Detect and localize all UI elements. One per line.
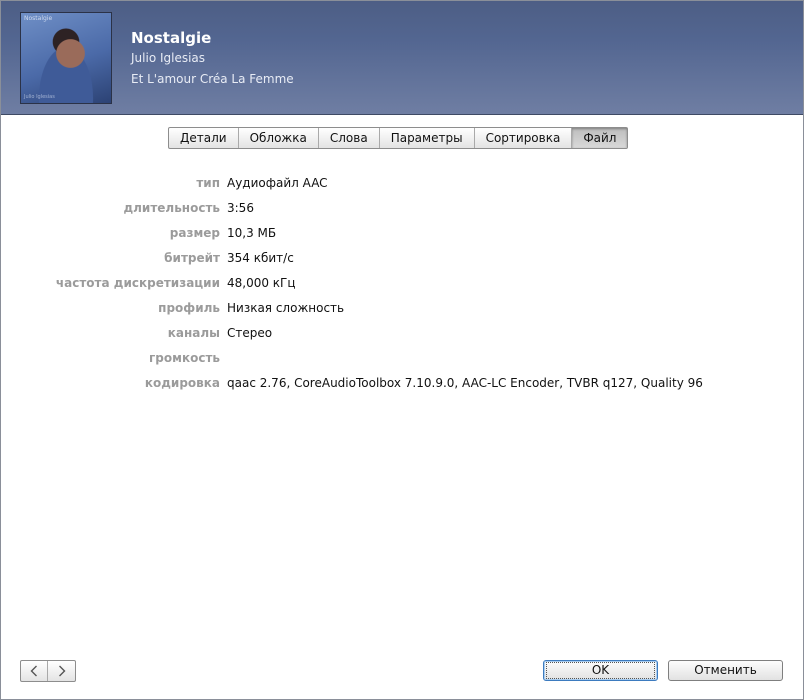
field-row-encoding: кодировка qaac 2.76, CoreAudioToolbox 7.…: [1, 376, 803, 396]
chevron-left-icon: [30, 665, 37, 677]
song-title: Nostalgie: [131, 29, 212, 47]
field-row-type: тип Аудиофайл AAC: [1, 176, 803, 196]
field-label: битрейт: [164, 251, 220, 265]
field-label: длительность: [123, 201, 220, 215]
field-value: 10,3 МБ: [227, 226, 277, 240]
field-value: Низкая сложность: [227, 301, 345, 315]
track-navigation: [20, 660, 76, 682]
field-row-volume: громкость: [1, 351, 803, 371]
field-value: qaac 2.76, CoreAudioToolbox 7.10.9.0, AA…: [227, 376, 703, 390]
field-value: Стерео: [227, 326, 273, 340]
field-row-duration: длительность 3:56: [1, 201, 803, 221]
ok-button-label: OK: [545, 662, 656, 679]
album-artwork[interactable]: Nostalgie Julio Iglesias: [20, 12, 112, 104]
tab-details[interactable]: Детали: [169, 128, 239, 148]
field-value: Аудиофайл AAC: [227, 176, 328, 190]
field-label: профиль: [158, 301, 220, 315]
song-artist: Julio Iglesias: [131, 51, 206, 65]
field-row-sample-rate: частота дискретизации 48,000 кГц: [1, 276, 803, 296]
tab-lyrics[interactable]: Слова: [319, 128, 380, 148]
ok-button[interactable]: OK: [543, 660, 658, 681]
artwork-title-text: Nostalgie: [24, 15, 53, 22]
next-track-button[interactable]: [48, 661, 75, 681]
field-label: громкость: [149, 351, 220, 365]
chevron-right-icon: [58, 665, 65, 677]
field-label: частота дискретизации: [55, 276, 220, 290]
field-label: размер: [169, 226, 220, 240]
tab-options[interactable]: Параметры: [380, 128, 475, 148]
field-label: кодировка: [144, 376, 220, 390]
field-value: 354 кбит/с: [227, 251, 294, 265]
field-row-channels: каналы Стерео: [1, 326, 803, 346]
song-album: Et L'amour Créa La Femme: [131, 72, 294, 86]
cancel-button[interactable]: Отменить: [668, 660, 783, 681]
song-header: Nostalgie Julio Iglesias Nostalgie Julio…: [1, 1, 803, 115]
get-info-window: Nostalgie Julio Iglesias Nostalgie Julio…: [0, 0, 804, 700]
info-tabs: Детали Обложка Слова Параметры Сортировк…: [168, 127, 629, 149]
field-row-size: размер 10,3 МБ: [1, 226, 803, 246]
tab-file[interactable]: Файл: [572, 128, 628, 148]
field-value: 3:56: [227, 201, 254, 215]
field-value: 48,000 кГц: [227, 276, 296, 290]
previous-track-button[interactable]: [21, 661, 48, 681]
tab-sorting[interactable]: Сортировка: [475, 128, 573, 148]
artwork-artist-text: Julio Iglesias: [24, 94, 55, 100]
field-row-profile: профиль Низкая сложность: [1, 301, 803, 321]
field-label: тип: [196, 176, 220, 190]
field-row-bitrate: битрейт 354 кбит/с: [1, 251, 803, 271]
tab-artwork[interactable]: Обложка: [239, 128, 319, 148]
field-label: каналы: [167, 326, 220, 340]
